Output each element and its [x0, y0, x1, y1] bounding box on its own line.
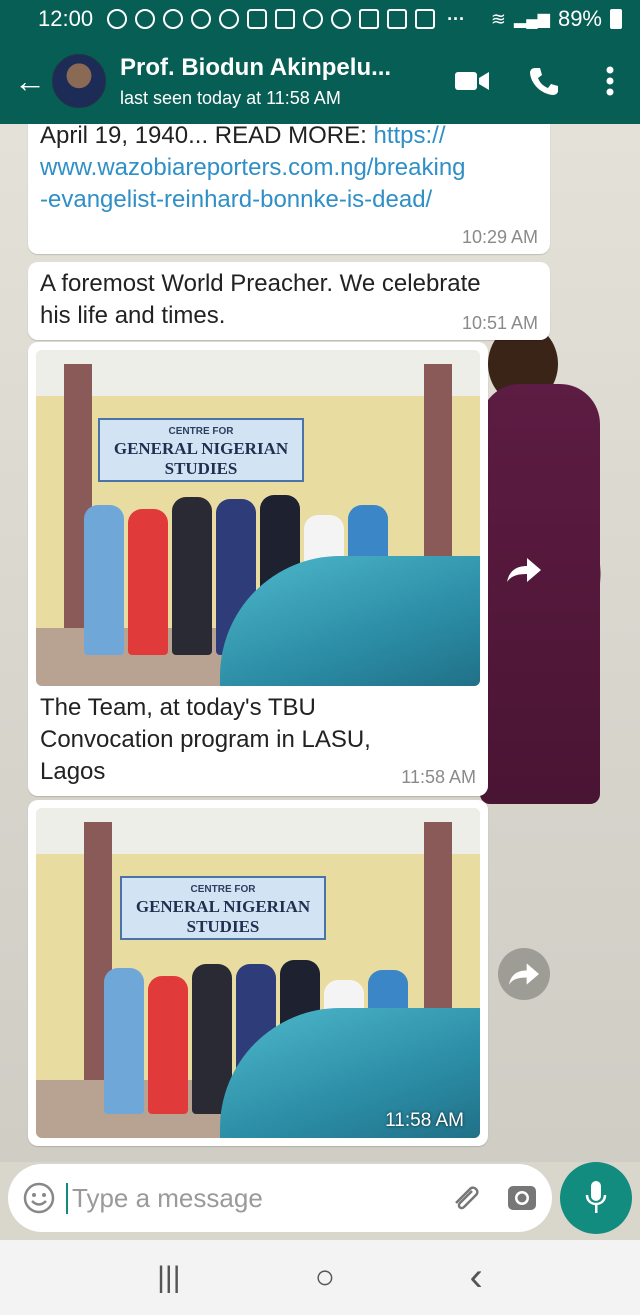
line-icon [163, 9, 184, 29]
forward-arrow-icon [507, 558, 541, 582]
wifi-icon: ≋ [490, 8, 506, 29]
image-message-bubble[interactable]: CENTRE FOR GENERAL NIGERIAN STUDIES The … [28, 342, 488, 796]
message-timestamp: 11:58 AM [401, 767, 476, 787]
person [84, 505, 124, 655]
message-link[interactable]: www.wazobiareporters.com.ng/breaking [40, 154, 466, 181]
person [128, 509, 168, 655]
back-arrow-icon[interactable]: ← [8, 63, 52, 100]
video-call-button[interactable] [436, 51, 508, 111]
sign-title: GENERAL NIGERIAN STUDIES [113, 439, 289, 478]
image-caption: The Team, at today's TBU Convocation pro… [40, 692, 420, 788]
voicemail-icon [247, 9, 268, 29]
system-nav-bar: ||| ○ ‹ [0, 1240, 640, 1315]
contact-avatar[interactable] [52, 54, 106, 108]
last-seen-status: last seen today at 11:58 AM [120, 87, 341, 108]
voice-call-button[interactable] [508, 51, 580, 111]
wallpaper-figure [480, 384, 600, 804]
emoji-icon[interactable] [22, 1181, 56, 1215]
settings-icon [303, 9, 324, 29]
message-text: April 19, 1940... READ MORE: https:// ww… [40, 124, 540, 216]
sync-icon [135, 9, 156, 29]
video-camera-icon [455, 72, 489, 90]
attach-icon[interactable] [450, 1181, 480, 1215]
forward-button[interactable] [498, 948, 550, 1000]
mail-icon [415, 9, 436, 29]
forward-button[interactable] [498, 544, 550, 596]
more-vertical-icon [606, 66, 614, 96]
image-message-bubble[interactable]: CENTRE FOR GENERAL NIGERIAN STUDIES 11:5… [28, 800, 488, 1146]
person [172, 497, 212, 655]
input-bar [0, 1162, 640, 1240]
camera-icon[interactable] [506, 1182, 538, 1214]
calendar-icon [275, 9, 296, 29]
message-text-plain: April 19, 1940... READ MORE: [40, 124, 374, 149]
phone-icon [530, 68, 558, 95]
mail-icon [387, 9, 408, 29]
message-input[interactable] [66, 1182, 450, 1214]
message-line: A foremost World Preacher. We celebrate [40, 270, 481, 297]
chat-area[interactable]: April 19, 1940... READ MORE: https:// ww… [0, 124, 640, 1162]
caption-line: Convocation program in LASU, [40, 726, 371, 753]
battery-percent: 89% [557, 6, 602, 31]
notification-icons: ··· [107, 9, 491, 30]
caption-line: Lagos [40, 758, 106, 785]
facebook-icon [331, 9, 352, 29]
photo[interactable]: CENTRE FOR GENERAL NIGERIAN STUDIES 11:5… [36, 808, 480, 1138]
whatsapp-icon [219, 9, 240, 29]
status-time: 12:00 [38, 6, 94, 31]
message-timestamp: 10:29 AM [461, 227, 538, 247]
signal-icon: ▂▄▆ [514, 11, 550, 28]
recent-apps-button[interactable]: ||| [157, 1261, 180, 1295]
photo[interactable]: CENTRE FOR GENERAL NIGERIAN STUDIES [36, 350, 480, 686]
more-notifications-icon: ··· [447, 8, 466, 29]
nav-back-button[interactable]: ‹ [470, 1255, 483, 1300]
photo-pillar [424, 822, 452, 1032]
sync-icon [107, 9, 128, 29]
battery-icon [610, 9, 622, 29]
chat-icon [191, 9, 212, 29]
message-timestamp: 11:58 AM [385, 1110, 464, 1131]
chat-header: ← Prof. Biodun Akinpelu... last seen tod… [0, 38, 640, 124]
microphone-icon [585, 1181, 607, 1213]
message-bubble[interactable]: A foremost World Preacher. We celebrate … [28, 262, 550, 340]
message-link[interactable]: -evangelist-reinhard-bonnke-is-dead/ [40, 186, 432, 213]
photo-sign: CENTRE FOR GENERAL NIGERIAN STUDIES [120, 876, 326, 940]
photo-sign: CENTRE FOR GENERAL NIGERIAN STUDIES [98, 418, 304, 482]
message-input-box [8, 1164, 552, 1232]
mail-icon [359, 9, 380, 29]
message-timestamp: 10:51 AM [461, 313, 538, 333]
person [148, 976, 188, 1114]
voice-record-button[interactable] [560, 1162, 632, 1234]
status-bar: 12:00 ··· ≋ ▂▄▆ 89% [0, 0, 640, 38]
person [104, 968, 144, 1114]
photo-pillar [424, 364, 452, 574]
message-link[interactable]: https:// [373, 124, 445, 149]
forward-arrow-icon [509, 963, 539, 985]
overflow-menu-button[interactable] [580, 51, 640, 111]
message-bubble[interactable]: April 19, 1940... READ MORE: https:// ww… [28, 124, 550, 254]
contact-info[interactable]: Prof. Biodun Akinpelu... last seen today… [120, 54, 436, 109]
photo-ceiling [36, 350, 480, 396]
caption-line: The Team, at today's TBU [40, 694, 316, 721]
sign-subtitle: CENTRE FOR [168, 426, 234, 437]
sign-subtitle: CENTRE FOR [190, 884, 256, 895]
home-button[interactable]: ○ [315, 1258, 336, 1297]
contact-name: Prof. Biodun Akinpelu... [120, 53, 392, 81]
message-line: his life and times. [40, 302, 226, 329]
sign-title: GENERAL NIGERIAN STUDIES [135, 897, 311, 936]
